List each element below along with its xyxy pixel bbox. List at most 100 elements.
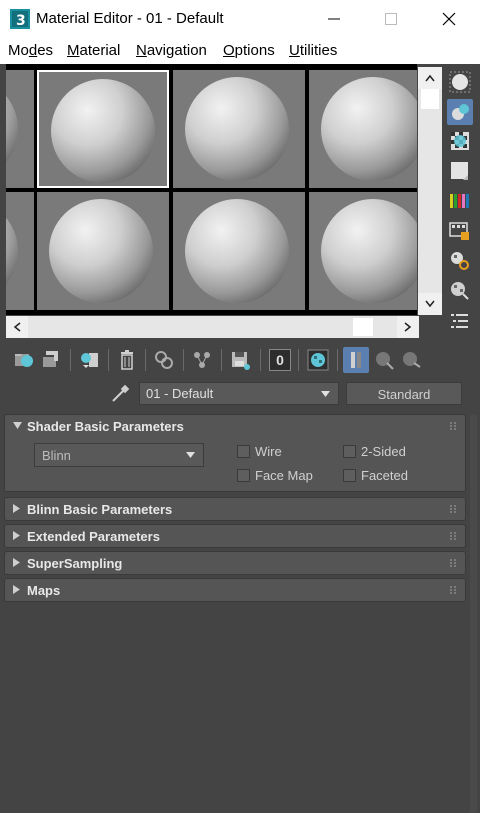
checker-background-icon: [451, 132, 469, 150]
material-id-channel-button[interactable]: 0: [267, 347, 293, 373]
video-color-check-button[interactable]: [447, 188, 473, 214]
scroll-down-arrow[interactable]: [418, 293, 442, 315]
face-map-label: Face Map: [255, 468, 313, 483]
assign-material-button[interactable]: [77, 347, 103, 373]
slots-horizontal-scrollbar[interactable]: [6, 316, 419, 338]
vertical-scroll-thumb[interactable]: [421, 89, 439, 109]
eyedropper-icon[interactable]: [109, 383, 131, 405]
make-unique-button[interactable]: [151, 347, 177, 373]
show-shaded-material-icon: [307, 349, 329, 371]
shader-type-value: Blinn: [42, 448, 71, 463]
put-material-to-scene-button[interactable]: [38, 347, 64, 373]
collapse-triangle-icon: [13, 422, 22, 429]
sample-slot[interactable]: [6, 70, 34, 188]
sample-slot[interactable]: [173, 192, 305, 310]
save-material-button[interactable]: [227, 347, 253, 373]
app-icon: 3: [10, 9, 30, 29]
menu-modes[interactable]: Modes: [8, 42, 53, 59]
rollout-header[interactable]: Maps: [5, 579, 465, 602]
rollout-header[interactable]: Blinn Basic Parameters: [5, 498, 465, 521]
rollout-maps[interactable]: Maps: [4, 578, 466, 602]
grip-icon[interactable]: [449, 585, 457, 595]
checkbox-box[interactable]: [237, 445, 250, 458]
grip-icon[interactable]: [449, 504, 457, 514]
checkbox-box[interactable]: [343, 469, 356, 482]
rollout-header[interactable]: Extended Parameters: [5, 525, 465, 548]
wire-checkbox[interactable]: Wire: [237, 444, 282, 459]
scroll-right-arrow[interactable]: [397, 316, 419, 338]
close-button[interactable]: [420, 0, 478, 38]
menu-utilities[interactable]: Utilities: [289, 42, 337, 59]
grip-icon[interactable]: [449, 531, 457, 541]
sample-sphere: [185, 199, 289, 303]
menu-navigation[interactable]: Navigation: [136, 42, 207, 59]
sample-slot[interactable]: [309, 192, 417, 310]
face-map-checkbox[interactable]: Face Map: [237, 468, 313, 483]
put-to-scene-icon: [43, 351, 58, 367]
rollout-supersampling[interactable]: SuperSampling: [4, 551, 466, 575]
options-button[interactable]: [447, 248, 473, 274]
material-navigator-button[interactable]: [447, 308, 473, 334]
uv-tiling-button[interactable]: [447, 158, 473, 184]
background-button[interactable]: [447, 128, 473, 154]
menu-navigation-mnemonic: N: [136, 42, 147, 59]
menu-utilities-mnemonic: U: [289, 42, 300, 59]
chevron-left-icon: [13, 322, 21, 332]
show-end-result-button[interactable]: [343, 347, 369, 373]
menu-options-text: ptions: [234, 42, 275, 59]
sample-slot[interactable]: [309, 70, 417, 188]
menu-options-mnemonic: O: [223, 42, 235, 59]
backlight-icon: [452, 104, 469, 120]
reset-map-button[interactable]: [114, 347, 140, 373]
library-icon: [194, 352, 210, 368]
sample-slot[interactable]: [173, 70, 305, 188]
horizontal-scroll-thumb[interactable]: [353, 318, 373, 336]
go-to-parent-button[interactable]: [371, 347, 397, 373]
menu-options[interactable]: Options: [223, 42, 275, 59]
sample-sphere: [6, 217, 18, 285]
shader-type-dropdown[interactable]: Blinn: [34, 443, 204, 467]
faceted-checkbox[interactable]: Faceted: [343, 468, 408, 483]
backlight-button[interactable]: [447, 99, 473, 125]
sample-sphere: [51, 79, 155, 183]
put-to-library-button[interactable]: [189, 347, 215, 373]
material-name-field[interactable]: 01 - Default: [139, 382, 339, 405]
rollout-extended[interactable]: Extended Parameters: [4, 524, 466, 548]
show-shaded-material-button[interactable]: [305, 347, 331, 373]
menu-modes-text-a: Mo: [8, 42, 29, 59]
checkbox-box[interactable]: [237, 469, 250, 482]
slots-vertical-scrollbar[interactable]: [418, 67, 442, 315]
scroll-left-arrow[interactable]: [6, 316, 28, 338]
two-sided-checkbox[interactable]: 2-Sided: [343, 444, 406, 459]
select-by-material-button[interactable]: [447, 278, 473, 304]
make-preview-button[interactable]: [447, 218, 473, 244]
grip-icon[interactable]: [449, 421, 457, 431]
sample-sphere: [185, 77, 289, 181]
color-bars-icon: [450, 194, 469, 208]
sample-slot[interactable]: [6, 192, 34, 310]
checkbox-box[interactable]: [343, 445, 356, 458]
toolbar-separator: [70, 349, 71, 371]
grip-icon[interactable]: [449, 558, 457, 568]
sample-slot-active[interactable]: [37, 70, 169, 188]
rollout-title: Blinn Basic Parameters: [27, 502, 173, 517]
rollout-header[interactable]: Shader Basic Parameters: [5, 415, 465, 438]
wire-label: Wire: [255, 444, 282, 459]
dropdown-arrow-icon: [321, 391, 330, 397]
go-forward-to-sibling-button[interactable]: [398, 347, 424, 373]
panel-scrollbar[interactable]: [470, 415, 477, 813]
chevron-down-icon: [425, 300, 435, 308]
rollout-header[interactable]: SuperSampling: [5, 552, 465, 575]
material-type-button[interactable]: Standard: [346, 382, 462, 405]
sample-slot[interactable]: [37, 192, 169, 310]
minimize-button[interactable]: [305, 0, 363, 38]
close-icon: [442, 12, 456, 26]
sample-type-button[interactable]: [447, 69, 473, 95]
menu-material[interactable]: Material: [67, 42, 120, 59]
get-material-button[interactable]: [11, 347, 37, 373]
scroll-up-arrow[interactable]: [418, 67, 442, 89]
rollout-blinn-basic[interactable]: Blinn Basic Parameters: [4, 497, 466, 521]
toolbar-separator: [260, 349, 261, 371]
menu-navigation-text: avigation: [146, 42, 207, 59]
maximize-button[interactable]: [362, 0, 420, 38]
